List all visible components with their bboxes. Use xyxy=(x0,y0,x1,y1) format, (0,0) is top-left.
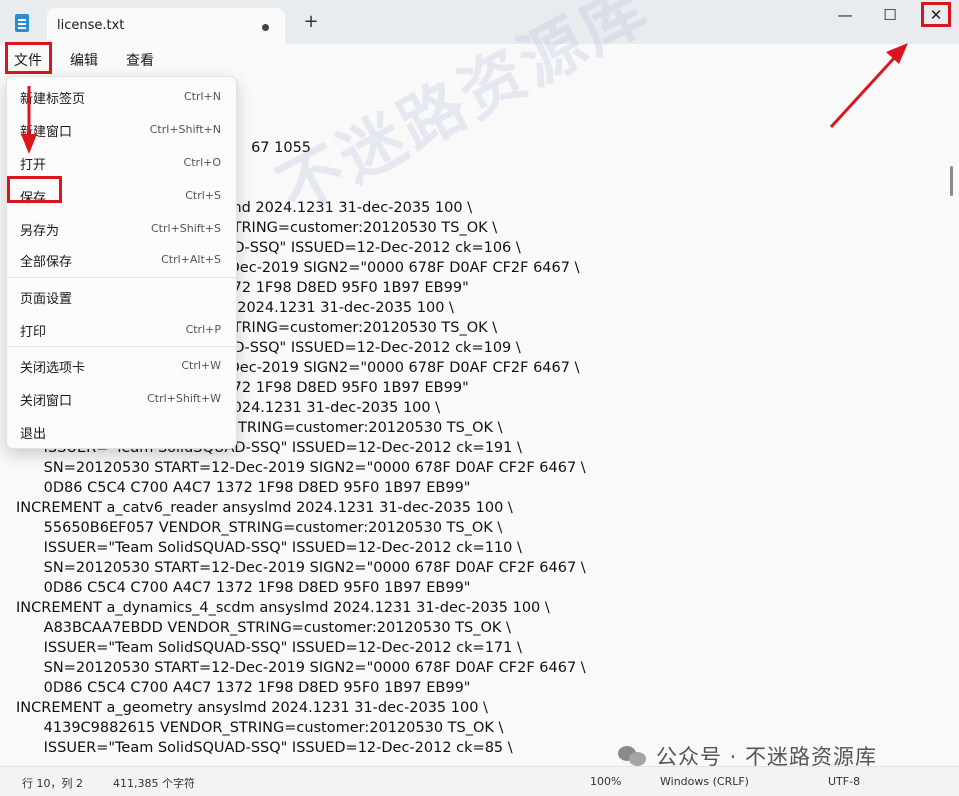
arrow-to-close-head xyxy=(886,43,908,64)
arrow-to-close-line xyxy=(829,54,898,129)
annotation-arrows xyxy=(21,43,908,154)
arrow-to-save-head xyxy=(21,134,37,154)
